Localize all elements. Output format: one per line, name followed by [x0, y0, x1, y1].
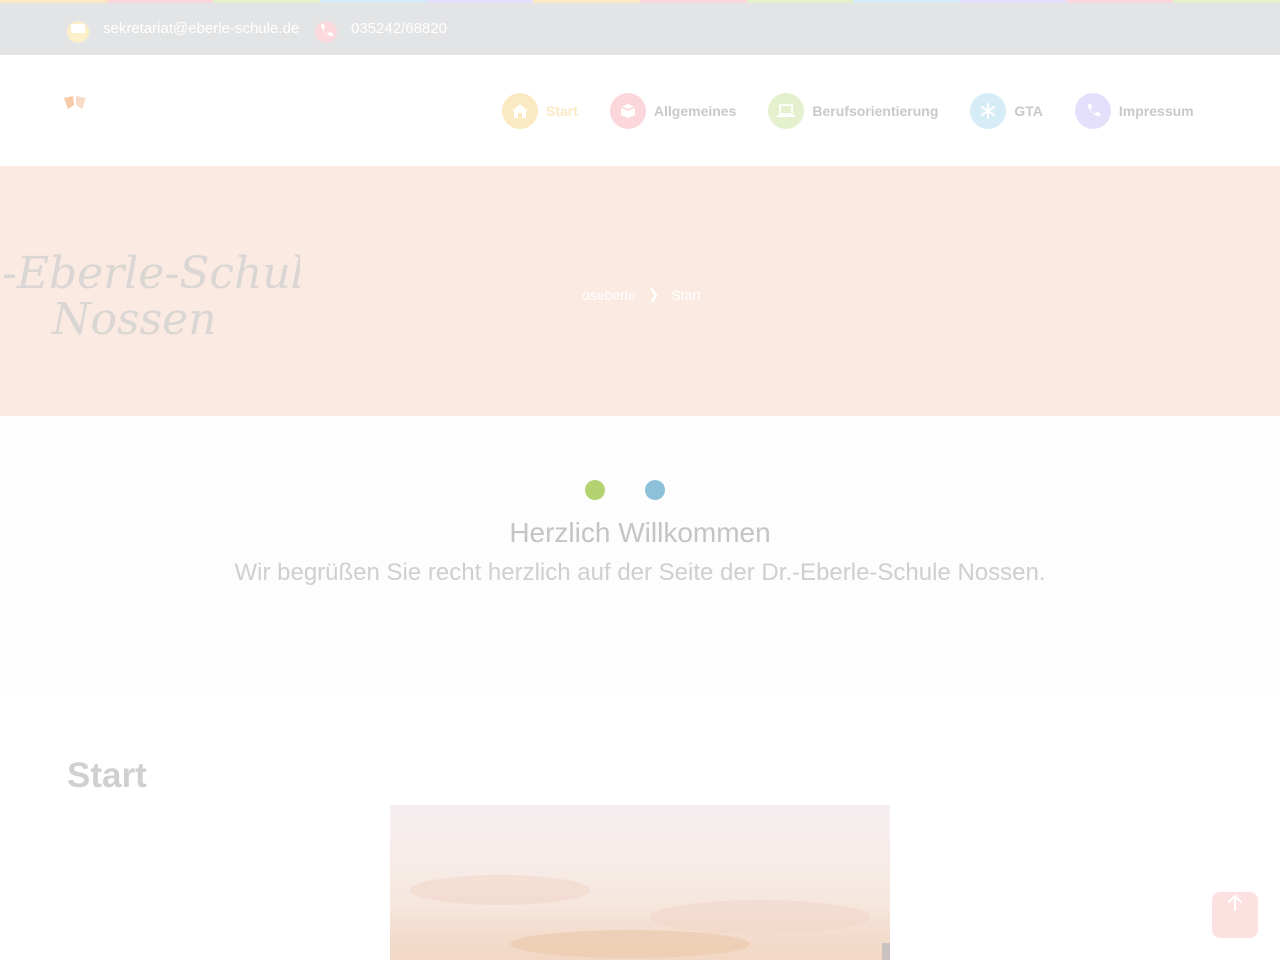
school-photo: [390, 805, 890, 960]
photo-cloud: [510, 930, 750, 958]
welcome-title: Herzlich Willkommen: [509, 517, 771, 548]
laptop-icon: [768, 93, 805, 129]
nav-item-allgemeines[interactable]: Allgemeines: [609, 93, 737, 129]
breadcrumb: oseberle ❯ Start: [582, 286, 701, 303]
main-header: Start Allgemeines Berufsorientierung GTA…: [0, 55, 1280, 166]
nav-label-gta: GTA: [1014, 103, 1043, 119]
page-hero-banner: -Eberle-Schule Nossen oseberle ❯ Start: [0, 166, 1280, 416]
school-script-logo: -Eberle-Schule Nossen: [0, 226, 331, 361]
page-title: Start: [67, 756, 147, 795]
breadcrumb-current: Start: [671, 286, 702, 303]
phone-icon: [1074, 93, 1111, 129]
nav-label-start: Start: [546, 103, 578, 119]
nav-label-allgemeines: Allgemeines: [653, 103, 737, 119]
script-line-2: Nossen: [51, 294, 217, 345]
decorative-dot-green: [585, 480, 605, 500]
contact-bar: sekretariat@eberle-schule.de 035242/6882…: [0, 3, 1280, 55]
decorative-dot-blue: [645, 480, 665, 500]
nav-item-impressum[interactable]: Impressum: [1074, 93, 1194, 129]
contact-email-text[interactable]: sekretariat@eberle-schule.de: [103, 20, 299, 37]
contact-phone[interactable]: 035242/68820: [315, 17, 447, 43]
box-icon: [609, 93, 646, 129]
photo-cloud: [650, 900, 870, 934]
phone-icon: [315, 21, 337, 43]
contact-phone-text[interactable]: 035242/68820: [351, 20, 447, 37]
photo-tree-silhouette: [882, 943, 890, 960]
home-icon: [502, 93, 538, 129]
asterisk-icon: [970, 93, 1007, 129]
photo-cloud: [410, 875, 590, 905]
breadcrumb-root[interactable]: oseberle: [582, 287, 636, 303]
school-logo[interactable]: [63, 96, 87, 110]
nav-label-impressum: Impressum: [1118, 103, 1194, 119]
contact-email[interactable]: sekretariat@eberle-schule.de: [67, 17, 299, 43]
nav-item-start[interactable]: Start: [502, 93, 578, 129]
envelope-icon: [67, 21, 89, 43]
main-nav: Start Allgemeines Berufsorientierung GTA…: [502, 93, 1194, 129]
chevron-right-icon: ❯: [647, 286, 660, 302]
arrow-up-icon: [1228, 894, 1242, 911]
welcome-subtitle: Wir begrüßen Sie recht herzlich auf der …: [234, 559, 1046, 586]
nav-item-berufsorientierung[interactable]: Berufsorientierung: [768, 93, 938, 129]
welcome-section: Herzlich Willkommen Wir begrüßen Sie rec…: [0, 416, 1280, 696]
back-to-top-button[interactable]: [1212, 892, 1258, 938]
nav-item-gta[interactable]: GTA: [970, 93, 1043, 129]
script-line-1: -Eberle-Schule: [2, 248, 300, 299]
nav-label-berufsorientierung: Berufsorientierung: [812, 103, 939, 119]
